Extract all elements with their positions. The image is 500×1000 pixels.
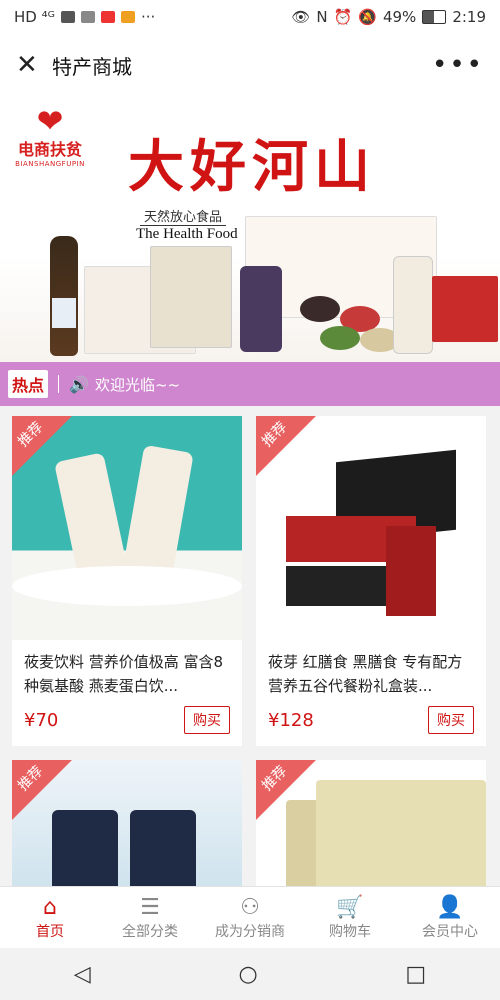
page-title: 特产商城 <box>52 54 132 79</box>
tab-label: 购物车 <box>329 923 371 940</box>
more-icon[interactable]: ••• <box>432 50 484 80</box>
product-image: 推荐 <box>12 416 242 640</box>
product-title[interactable]: 莜麦饮料 营养价值极高 富含8种氨基酸 燕麦蛋白饮... <box>12 640 242 698</box>
network-indicator: HD ⁴ᴳ <box>14 8 55 26</box>
beer-can-image <box>52 810 118 888</box>
tab-label: 全部分类 <box>122 923 178 940</box>
close-icon[interactable]: ✕ <box>16 50 46 80</box>
cart-icon: 🛒 <box>336 894 364 920</box>
recommend-badge <box>256 760 316 820</box>
recents-icon[interactable]: □ <box>405 962 426 987</box>
nfc-icon: N <box>316 8 328 26</box>
speaker-icon: 🔊 <box>69 374 89 394</box>
product-price: ¥70 <box>24 709 59 731</box>
tab-member[interactable]: 👤 会员中心 <box>400 887 500 948</box>
oat-milk-can-image <box>393 256 433 354</box>
mute-icon: 🔕 <box>358 8 377 26</box>
banner-headline: 大好河山 <box>128 134 376 200</box>
beans-image <box>320 326 360 350</box>
product-grid: 推荐 莜麦饮料 营养价值极高 富含8种氨基酸 燕麦蛋白饮... ¥70 购买 推… <box>12 416 488 888</box>
banner-slogan-en: The Health Food <box>136 226 238 242</box>
brand-logo: ❤ 电商扶贫 BIANSHANGFUPIN <box>10 102 90 168</box>
announcement-bar[interactable]: 热点 🔊 欢迎光临~~ <box>0 362 500 406</box>
product-card[interactable]: 推荐 <box>256 760 486 888</box>
beans-image <box>300 296 340 322</box>
category-icon: ☰ <box>140 894 160 920</box>
price-row: ¥70 购买 <box>12 698 242 742</box>
app-notification-icon <box>100 11 115 23</box>
bottom-tab-bar: ⌂ 首页 ☰ 全部分类 ⚇ 成为分销商 🛒 购物车 👤 会员中心 <box>0 886 500 948</box>
product-image: 推荐 <box>12 760 242 888</box>
battery-percent: 49% <box>382 8 417 26</box>
banner-slogan-cn: 天然放心食品 <box>140 206 227 226</box>
status-right: 👁 N ⏰ 🔕 49% 2:19 <box>291 8 486 26</box>
alarm-icon: ⏰ <box>333 8 353 26</box>
more-notifications: ··· <box>140 8 156 26</box>
tab-label: 首页 <box>36 923 64 940</box>
logo-text: 电商扶贫 <box>17 140 82 159</box>
promo-banner[interactable]: ❤ 电商扶贫 BIANSHANGFUPIN 大好河山 天然放心食品 The He… <box>0 96 500 362</box>
divider <box>58 375 60 393</box>
back-icon[interactable]: ◁ <box>74 962 91 987</box>
video-app-icon <box>120 11 135 23</box>
clock: 2:19 <box>452 8 486 26</box>
product-title[interactable]: 莜芽 红膳食 黑膳食 专有配方营养五谷代餐粉礼盒装... <box>256 640 486 698</box>
tab-cart[interactable]: 🛒 购物车 <box>300 887 400 948</box>
logo-subtext: BIANSHANGFUPIN <box>15 160 85 168</box>
wifi-icon <box>80 11 95 23</box>
announcement-text: 欢迎光临~~ <box>94 375 181 394</box>
oat-flakes-bag-image <box>316 780 486 888</box>
heart-logo-icon: ❤ <box>36 102 64 140</box>
tab-categories[interactable]: ☰ 全部分类 <box>100 887 200 948</box>
buy-button[interactable]: 购买 <box>428 706 474 734</box>
hot-label: 热点 <box>8 370 49 398</box>
recommend-badge <box>12 416 72 476</box>
red-box-image <box>386 526 436 616</box>
user-icon: 👤 <box>436 894 464 920</box>
home-icon: ⌂ <box>43 894 57 920</box>
battery-icon <box>422 10 447 24</box>
title-bar: ✕ 特产商城 ••• <box>0 34 500 96</box>
system-nav-bar: ◁ ○ □ <box>0 948 500 1000</box>
tab-home[interactable]: ⌂ 首页 <box>0 887 100 948</box>
price-row: ¥128 购买 <box>256 698 486 742</box>
buy-button[interactable]: 购买 <box>184 706 230 734</box>
beer-can-image <box>240 266 282 352</box>
home-circle-icon[interactable]: ○ <box>238 962 257 987</box>
signal-icon <box>60 11 75 23</box>
product-card[interactable]: 推荐 莜芽 红膳食 黑膳食 专有配方营养五谷代餐粉礼盒装... ¥128 购买 <box>256 416 486 746</box>
recommend-badge <box>256 416 316 476</box>
status-bar: HD ⁴ᴳ ··· 👁 N ⏰ 🔕 49% 2:19 <box>0 0 500 34</box>
milk-splash-image <box>12 566 242 606</box>
product-card[interactable]: 推荐 <box>12 760 242 888</box>
product-card[interactable]: 推荐 莜麦饮料 营养价值极高 富含8种氨基酸 燕麦蛋白饮... ¥70 购买 <box>12 416 242 746</box>
recommend-badge <box>12 760 72 820</box>
beer-bottle-image <box>50 236 78 356</box>
status-left: HD ⁴ᴳ ··· <box>14 8 155 26</box>
users-icon: ⚇ <box>240 894 260 920</box>
product-image: 推荐 <box>256 760 486 888</box>
tab-distributor[interactable]: ⚇ 成为分销商 <box>200 887 300 948</box>
tab-label: 会员中心 <box>422 923 478 940</box>
product-price: ¥128 <box>268 709 314 731</box>
red-gift-box-image <box>432 276 498 342</box>
tab-label: 成为分销商 <box>215 923 285 940</box>
product-image: 推荐 <box>256 416 486 640</box>
beer-can-image <box>130 810 196 888</box>
gift-box-image <box>150 246 232 348</box>
eye-icon: 👁 <box>291 8 311 26</box>
